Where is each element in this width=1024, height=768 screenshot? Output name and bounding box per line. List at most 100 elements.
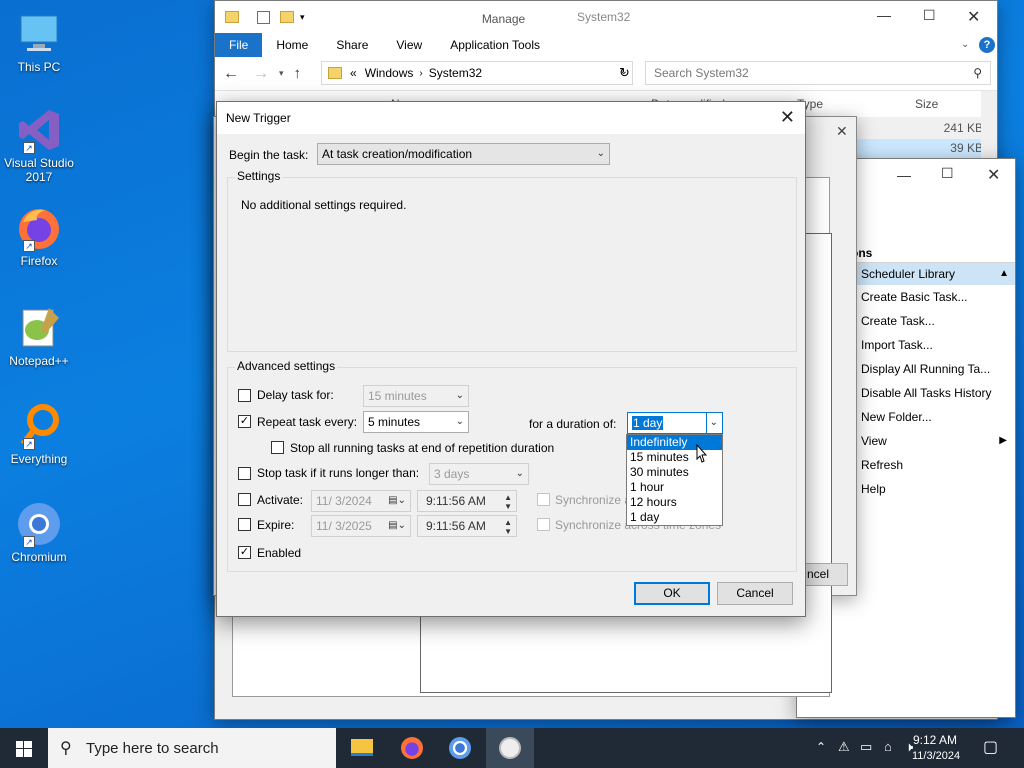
stop-all-label: Stop all running tasks at end of repetit… [290,441,555,455]
taskbar-task-scheduler[interactable] [486,728,534,768]
recent-dropdown-icon[interactable]: ▾ [279,68,284,79]
tab-share[interactable]: Share [322,33,382,57]
ribbon-expand-icon[interactable]: ⌄ [961,39,969,50]
dropdown-option[interactable]: 1 day [627,510,722,525]
minimize-icon[interactable]: — [897,167,911,183]
dialog-title: New Trigger [226,111,291,125]
network-icon[interactable]: ⌂ [884,739,892,754]
help-icon[interactable]: ? [979,37,995,53]
tab-view[interactable]: View [382,33,436,57]
spinner-icon: ▲ ▼ [504,518,512,536]
clock-date[interactable]: 11/3/2024 [912,750,960,762]
close-icon[interactable]: ✕ [836,123,848,140]
desktop-icon-notepadpp[interactable]: Notepad++ [4,304,74,368]
up-arrow-icon[interactable]: ↑ [294,65,302,82]
close-icon[interactable]: ✕ [987,165,1000,185]
visual-studio-icon: ↗ [15,106,63,154]
qat-dropdown-icon[interactable]: ▾ [300,12,305,23]
activate-date-picker[interactable]: 11/ 3/2024 ▤⌄ [311,490,411,512]
desktop-icon-visual-studio[interactable]: ↗ Visual Studio 2017 [4,106,74,184]
expire-time-picker[interactable]: 9:11:56 AM ▲ ▼ [417,515,517,537]
activate-time-picker[interactable]: 9:11:56 AM ▲ ▼ [417,490,517,512]
notepadpp-icon [15,304,63,352]
breadcrumb-item[interactable]: System32 [429,66,482,80]
properties-icon[interactable] [257,10,270,24]
tray-security-icon[interactable]: ⚠ [838,739,850,755]
clock-icon [499,737,521,759]
stop-long-label: Stop task if it runs longer than: [257,466,420,480]
begin-task-label: Begin the task: [229,148,309,162]
search-input[interactable]: Search System32 ⚲ [645,61,991,85]
taskbar-file-explorer[interactable] [338,728,386,768]
forward-arrow-icon[interactable]: → [253,65,269,83]
notifications-icon[interactable]: ▢ [983,737,998,757]
sync-checkbox-2[interactable] [537,518,550,531]
refresh-icon[interactable]: ↻ [619,65,630,81]
tab-home[interactable]: Home [262,33,322,57]
firefox-icon [401,737,423,759]
cancel-button[interactable]: ncel [804,563,848,586]
stop-long-checkbox[interactable] [238,467,251,480]
desktop-icon-chromium[interactable]: ↗ Chromium [4,500,74,564]
address-bar[interactable]: « Windows › System32 ⌄ [321,61,633,85]
desktop-icon-label: Firefox [20,254,58,268]
chevron-down-icon: ⌄ [455,416,464,427]
delay-select[interactable]: 15 minutes ⌄ [363,385,469,407]
enabled-checkbox[interactable]: ✓ [238,546,251,559]
everything-search-icon: ↗ [15,402,63,450]
collapse-icon[interactable]: ▲ [999,263,1009,285]
window-title: System32 [577,10,631,24]
start-button[interactable] [0,728,48,768]
close-icon[interactable]: ✕ [780,107,795,128]
address-row: ← → ▾ ↑ « Windows › System32 ⌄ ↻ Search … [215,57,997,91]
expire-checkbox[interactable] [238,518,251,531]
desktop-icon-firefox[interactable]: ↗ Firefox [4,204,74,268]
advanced-settings-label: Advanced settings [235,359,338,373]
mouse-cursor-icon [694,443,708,467]
dropdown-option[interactable]: 12 hours [627,495,722,510]
enabled-label: Enabled [257,546,302,560]
stop-long-select[interactable]: 3 days ⌄ [429,463,529,485]
shortcut-arrow-icon: ↗ [23,142,35,154]
maximize-icon[interactable]: ☐ [941,165,954,182]
col-size[interactable]: Size [915,97,938,111]
begin-task-select[interactable]: At task creation/modification ⌄ [317,143,610,165]
dropdown-option[interactable]: 30 minutes [627,465,722,480]
back-arrow-icon[interactable]: ← [223,65,239,83]
windows-logo-icon [16,741,32,757]
stop-all-checkbox[interactable] [271,441,284,454]
duration-select[interactable]: 1 day ⌄ [627,412,723,434]
search-icon: ⚲ [60,740,72,757]
calendar-icon: ▤⌄ [388,495,406,506]
expire-date-picker[interactable]: 11/ 3/2025 ▤⌄ [311,515,411,537]
clock-time[interactable]: 9:12 AM [913,733,957,747]
sync-checkbox-1[interactable] [537,493,550,506]
delay-checkbox[interactable] [238,389,251,402]
tab-file[interactable]: File [215,33,263,57]
new-folder-icon[interactable] [280,11,294,23]
close-icon[interactable]: ✕ [967,7,980,27]
ok-button[interactable]: OK [634,582,710,605]
activate-checkbox[interactable] [238,493,251,506]
manage-context-label[interactable]: Manage [444,12,563,26]
dropdown-option[interactable]: 1 hour [627,480,722,495]
tray-tablet-icon[interactable]: ▭ [860,739,872,755]
maximize-icon[interactable]: ☐ [923,7,936,24]
repeat-checkbox[interactable]: ✓ [238,415,251,428]
folder-icon [351,739,373,756]
taskbar-search-input[interactable]: ⚲ Type here to search [48,728,336,768]
desktop-icon-label: Notepad++ [9,354,69,368]
minimize-icon[interactable]: — [877,7,891,23]
breadcrumb-item[interactable]: Windows [365,66,414,80]
repeat-select[interactable]: 5 minutes ⌄ [363,411,469,433]
settings-label: Settings [235,169,283,183]
taskbar-firefox[interactable] [388,728,436,768]
folder-icon[interactable] [225,11,239,23]
desktop-icon-everything[interactable]: ↗ Everything [4,402,74,466]
desktop-icon-this-pc[interactable]: This PC [4,10,74,74]
taskbar-chromium[interactable] [436,728,484,768]
tab-application-tools[interactable]: Application Tools [436,33,554,57]
tray-chevron-icon[interactable]: ⌃ [816,740,826,754]
cancel-button[interactable]: Cancel [717,582,793,605]
firefox-icon: ↗ [15,204,63,252]
